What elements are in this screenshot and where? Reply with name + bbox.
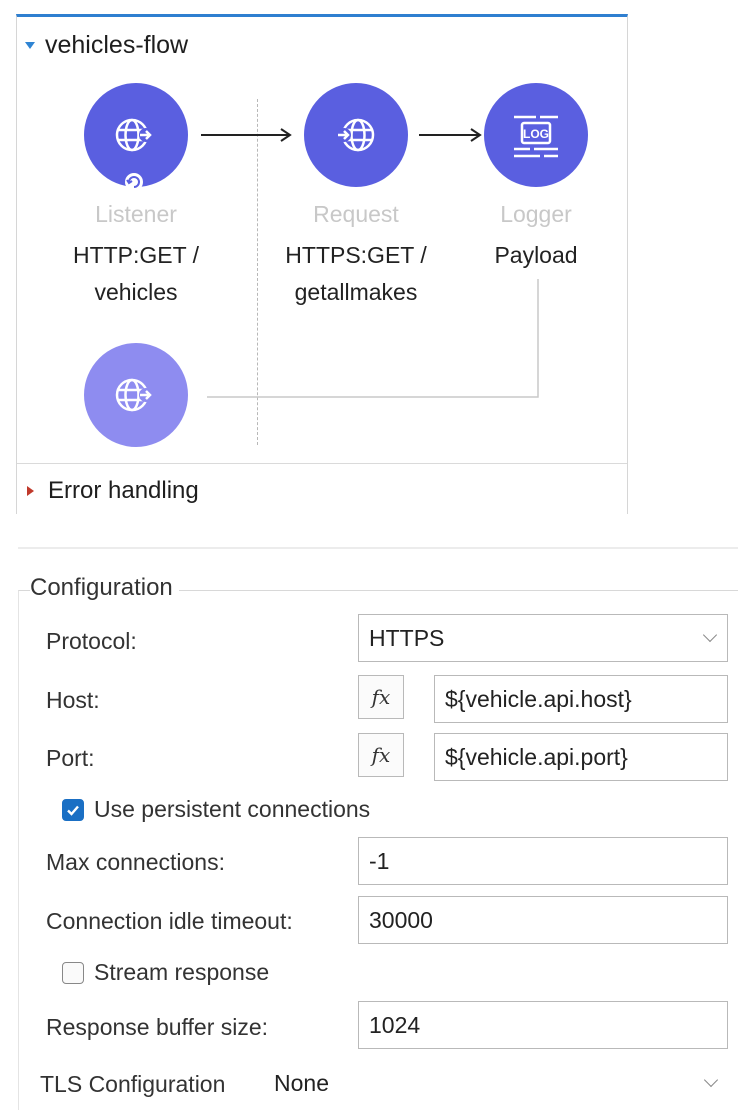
check-icon xyxy=(67,805,79,816)
host-fx-button[interactable]: fx xyxy=(358,675,404,719)
collapse-triangle-icon[interactable] xyxy=(25,42,35,49)
log-icon: LOG xyxy=(514,115,558,158)
idle-timeout-value: 30000 xyxy=(369,906,433,933)
host-value: ${vehicle.api.host} xyxy=(445,685,632,712)
response-path xyxy=(207,279,539,398)
flow-arrow xyxy=(201,128,292,142)
error-handling-row[interactable]: Error handling xyxy=(17,463,627,517)
tls-select[interactable]: None xyxy=(268,1059,728,1107)
log-icon-text: LOG xyxy=(523,127,549,141)
globe-out-icon xyxy=(115,378,153,412)
stream-response-row[interactable]: Stream response xyxy=(62,959,269,986)
protocol-select[interactable]: HTTPS xyxy=(358,614,728,662)
logger-node[interactable]: LOG xyxy=(484,83,588,187)
flow-header[interactable]: vehicles-flow xyxy=(25,31,188,60)
request-line1: HTTPS:GET / xyxy=(285,242,427,268)
flow-arrow xyxy=(419,128,482,142)
tls-label: TLS Configuration xyxy=(40,1071,226,1097)
host-input[interactable]: ${vehicle.api.host} xyxy=(434,675,728,723)
fx-icon: fx xyxy=(371,685,391,709)
listener-title: Listener xyxy=(95,201,177,227)
flow-name: vehicles-flow xyxy=(45,31,189,59)
tls-value: None xyxy=(274,1069,329,1096)
max-connections-value: -1 xyxy=(369,847,390,874)
port-value: ${vehicle.api.port} xyxy=(445,743,628,770)
buffer-size-input[interactable]: 1024 xyxy=(358,1001,728,1049)
stream-response-checkbox[interactable] xyxy=(62,961,84,984)
globe-in-icon xyxy=(115,118,153,152)
logger-title: Logger xyxy=(500,201,572,227)
listener-line1: HTTP:GET / xyxy=(72,242,200,268)
request-node[interactable] xyxy=(304,83,408,187)
port-input[interactable]: ${vehicle.api.port} xyxy=(434,733,728,781)
idle-timeout-input[interactable]: 30000 xyxy=(358,896,728,944)
stream-response-label: Stream response xyxy=(94,959,270,985)
max-connections-label: Max connections: xyxy=(46,849,225,875)
host-label: Host: xyxy=(46,687,100,713)
configuration-title: Configuration xyxy=(30,574,179,602)
persistent-connections-checkbox[interactable] xyxy=(62,798,84,821)
chevron-down-icon xyxy=(702,627,718,643)
logger-subtitle: Payload xyxy=(436,237,636,274)
buffer-size-label: Response buffer size: xyxy=(46,1014,269,1040)
error-handling-label: Error handling xyxy=(48,476,199,504)
response-node[interactable] xyxy=(84,343,188,447)
panel-separator xyxy=(18,547,738,549)
buffer-size-value: 1024 xyxy=(369,1011,421,1038)
globe-in-icon xyxy=(337,118,375,152)
flow-canvas: vehicles-flow Listener HTTP:GET / vehicl… xyxy=(16,14,628,514)
protocol-value: HTTPS xyxy=(369,624,445,651)
fx-icon: fx xyxy=(371,743,391,767)
chevron-down-icon xyxy=(703,1072,719,1088)
port-fx-button[interactable]: fx xyxy=(358,733,404,777)
persistent-connections-row[interactable]: Use persistent connections xyxy=(62,796,370,823)
protocol-label: Protocol: xyxy=(46,628,137,654)
request-title: Request xyxy=(313,201,399,227)
port-label: Port: xyxy=(46,745,95,771)
logger-line1: Payload xyxy=(494,242,578,268)
max-connections-input[interactable]: -1 xyxy=(358,837,728,885)
expand-triangle-icon[interactable] xyxy=(27,485,34,496)
persistent-connections-label: Use persistent connections xyxy=(94,796,371,822)
source-refresh-icon xyxy=(125,173,143,191)
idle-timeout-label: Connection idle timeout: xyxy=(46,908,293,934)
